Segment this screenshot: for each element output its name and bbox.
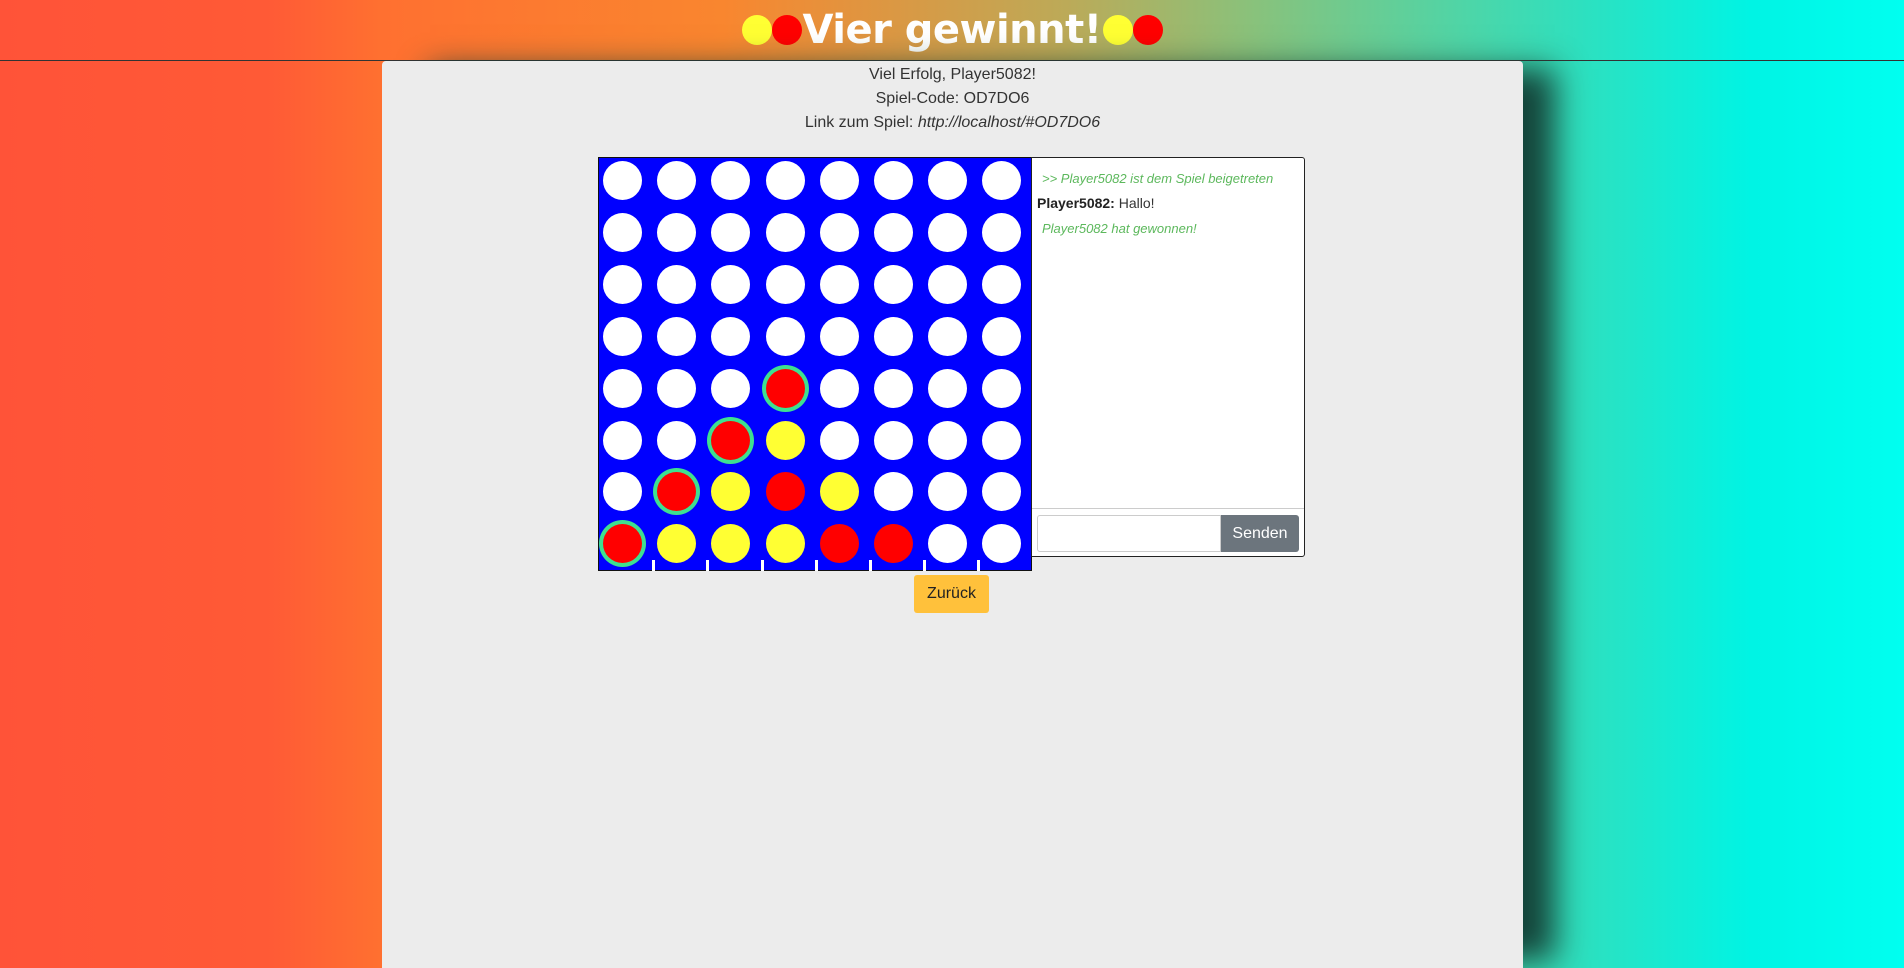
empty-slot[interactable]: [711, 368, 751, 408]
header-bar: Vier gewinnt!: [0, 0, 1904, 61]
empty-slot[interactable]: [765, 161, 805, 200]
empty-slot[interactable]: [874, 264, 913, 304]
red-disc-icon: [1132, 15, 1163, 45]
red-disc[interactable]: [874, 524, 913, 564]
game-link-line: Link zum Spiel: http://localhost/#OD7DO6: [382, 111, 1523, 135]
game-code: Spiel-Code: OD7DO6: [875, 90, 1030, 107]
red-disc[interactable]: [765, 368, 805, 408]
empty-slot[interactable]: [928, 420, 968, 460]
empty-slot[interactable]: [982, 212, 1022, 252]
empty-slot[interactable]: [928, 264, 968, 304]
game-link[interactable]: http://localhost/#OD7DO6: [918, 114, 1100, 131]
empty-slot[interactable]: [765, 212, 805, 252]
column-divider: [923, 560, 927, 571]
back-button[interactable]: Zurück: [914, 575, 989, 613]
game-title: Vier gewinnt!: [741, 7, 1163, 53]
empty-slot[interactable]: [657, 316, 697, 356]
empty-slot[interactable]: [874, 212, 913, 252]
empty-slot[interactable]: [603, 368, 642, 408]
empty-slot[interactable]: [874, 472, 913, 512]
empty-slot[interactable]: [928, 524, 968, 564]
empty-slot[interactable]: [711, 212, 751, 252]
empty-slot[interactable]: [603, 161, 642, 200]
empty-slot[interactable]: [657, 420, 697, 460]
empty-slot[interactable]: [657, 264, 697, 304]
yellow-disc[interactable]: [657, 524, 697, 564]
chat-messages: >> Player5082 ist dem Spiel beigetreten P…: [1032, 158, 1304, 241]
welcome-text: Viel Erfolg, Player5082!: [869, 66, 1036, 83]
empty-slot[interactable]: [982, 472, 1022, 512]
empty-slot[interactable]: [603, 420, 642, 460]
game-board[interactable]: [598, 157, 1032, 571]
send-button[interactable]: Senden: [1221, 515, 1299, 552]
red-disc[interactable]: [765, 472, 805, 512]
title-text: Vier gewinnt!: [802, 7, 1103, 53]
empty-slot[interactable]: [765, 264, 805, 304]
empty-slot[interactable]: [603, 264, 642, 304]
empty-slot[interactable]: [603, 316, 642, 356]
empty-slot[interactable]: [819, 368, 859, 408]
empty-slot[interactable]: [657, 161, 697, 200]
red-disc[interactable]: [657, 472, 697, 512]
red-disc-icon: [771, 15, 802, 45]
empty-slot[interactable]: [711, 161, 751, 200]
yellow-disc-icon: [741, 15, 772, 45]
game-panel: Viel Erfolg, Player5082! Spiel-Code: OD7…: [382, 61, 1523, 968]
yellow-disc[interactable]: [711, 524, 751, 564]
empty-slot[interactable]: [819, 316, 859, 356]
empty-slot[interactable]: [928, 472, 968, 512]
yellow-disc[interactable]: [765, 420, 805, 460]
yellow-disc[interactable]: [819, 472, 859, 512]
empty-slot[interactable]: [982, 368, 1022, 408]
empty-slot[interactable]: [928, 212, 968, 252]
empty-slot[interactable]: [874, 420, 913, 460]
column-divider: [869, 560, 872, 571]
empty-slot[interactable]: [874, 368, 913, 408]
empty-slot[interactable]: [982, 316, 1022, 356]
empty-slot[interactable]: [982, 524, 1022, 564]
empty-slot[interactable]: [657, 368, 697, 408]
empty-slot[interactable]: [928, 316, 968, 356]
chat-input[interactable]: [1037, 515, 1221, 552]
empty-slot[interactable]: [819, 264, 859, 304]
empty-slot[interactable]: [603, 212, 642, 252]
column-divider: [760, 560, 764, 571]
empty-slot[interactable]: [874, 161, 913, 200]
empty-slot[interactable]: [819, 212, 859, 252]
empty-slot[interactable]: [928, 368, 968, 408]
empty-slot[interactable]: [765, 316, 805, 356]
system-message: >> Player5082 ist dem Spiel beigetreten: [1042, 171, 1274, 186]
empty-slot[interactable]: [982, 161, 1022, 200]
chat-form: Senden: [1032, 508, 1304, 556]
column-divider: [652, 560, 656, 571]
chat-box: >> Player5082 ist dem Spiel beigetreten P…: [1031, 157, 1305, 557]
yellow-disc[interactable]: [765, 524, 805, 564]
column-divider: [706, 560, 710, 571]
empty-slot[interactable]: [928, 161, 968, 200]
empty-slot[interactable]: [657, 212, 697, 252]
column-divider: [977, 560, 981, 571]
chat-message: Player5082: Hallo!: [1037, 191, 1299, 216]
empty-slot[interactable]: [819, 420, 859, 460]
empty-slot[interactable]: [711, 264, 751, 304]
red-disc[interactable]: [711, 420, 751, 460]
empty-slot[interactable]: [819, 161, 859, 200]
game-info: Viel Erfolg, Player5082! Spiel-Code: OD7…: [382, 63, 1523, 135]
red-disc[interactable]: [603, 524, 642, 564]
empty-slot[interactable]: [711, 316, 751, 356]
chat-text: Hallo!: [1114, 195, 1155, 211]
chat-username: Player5082:: [1037, 195, 1115, 211]
empty-slot[interactable]: [982, 264, 1022, 304]
red-disc[interactable]: [819, 524, 859, 564]
yellow-disc[interactable]: [711, 472, 751, 512]
empty-slot[interactable]: [982, 420, 1022, 460]
empty-slot[interactable]: [603, 472, 642, 512]
column-divider: [814, 560, 818, 571]
system-message: Player5082 hat gewonnen!: [1042, 221, 1197, 236]
yellow-disc-icon: [1102, 15, 1133, 45]
empty-slot[interactable]: [874, 316, 913, 356]
game-link-label: Link zum Spiel:: [804, 114, 918, 131]
